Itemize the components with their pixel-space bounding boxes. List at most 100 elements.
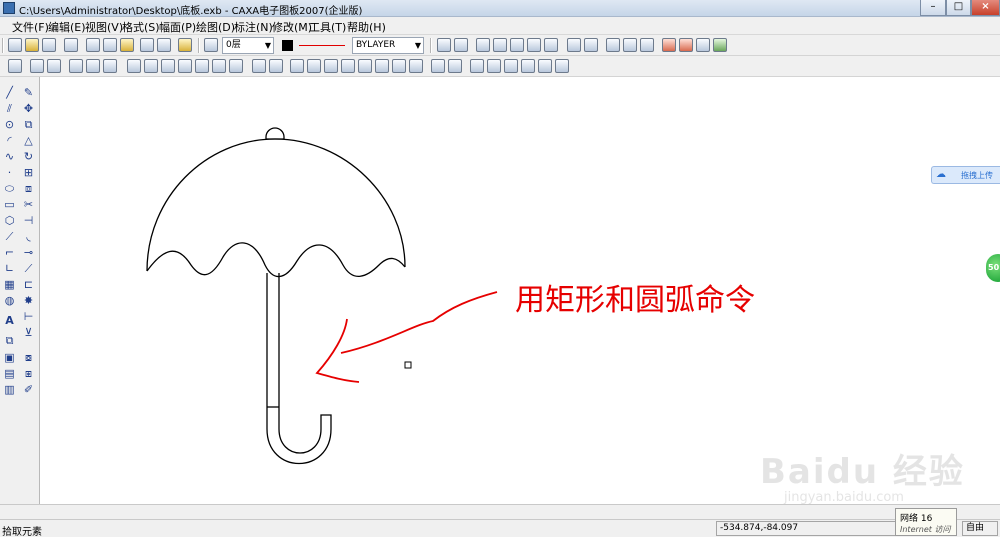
rotate-icon[interactable]: ↻ (22, 150, 35, 163)
open-file-icon[interactable] (25, 38, 39, 52)
menu-dimension[interactable]: 标注(N) (234, 19, 273, 35)
weld-icon[interactable] (392, 59, 406, 73)
crosshair-icon[interactable] (229, 59, 243, 73)
library-insert-icon[interactable]: ▤ (3, 367, 16, 380)
new-file-icon[interactable] (8, 38, 22, 52)
menu-edit[interactable]: 编辑(E) (48, 19, 86, 35)
stretch-icon[interactable]: ⊏ (22, 278, 35, 291)
datum-icon[interactable] (375, 59, 389, 73)
measure-icon[interactable] (487, 59, 501, 73)
zoom-extent-icon[interactable] (555, 59, 569, 73)
chamfer-icon[interactable]: ⟋ (22, 262, 35, 275)
parallel-line-icon[interactable]: ⫽ (3, 102, 16, 115)
zoom-in-icon[interactable] (521, 59, 535, 73)
layer-manager-icon[interactable] (623, 38, 637, 52)
mirror-icon[interactable]: △ (22, 134, 35, 147)
menu-draw[interactable]: 绘图(D) (196, 19, 235, 35)
menu-tools[interactable]: 工具(T) (309, 19, 346, 35)
menu-modify[interactable]: 修改(M) (272, 19, 312, 35)
scale-icon[interactable]: ⧈ (22, 182, 35, 195)
rectangle-icon[interactable]: ▭ (3, 198, 16, 211)
zoom-icon[interactable] (493, 38, 507, 52)
arc-tool-icon[interactable]: ◜ (3, 134, 16, 147)
menu-file[interactable]: 文件(F) (12, 19, 49, 35)
ellipse-icon[interactable]: ⬭ (3, 182, 16, 195)
trim-icon[interactable]: ✂ (22, 198, 35, 211)
layer-select[interactable]: 0层 ▼ (222, 37, 274, 54)
radius-dim-icon[interactable] (307, 59, 321, 73)
pan-icon[interactable] (544, 38, 558, 52)
linetype-select[interactable]: BYLAYER ▼ (352, 37, 424, 54)
text-icon[interactable] (86, 59, 100, 73)
drag-upload-tab[interactable]: ☁ 拖拽上传 (931, 166, 1000, 184)
image-insert-icon[interactable]: ▣ (3, 351, 16, 364)
eraser-icon[interactable]: ✎ (22, 86, 35, 99)
format-text-icon[interactable] (103, 59, 117, 73)
linear-dim-icon[interactable] (269, 59, 283, 73)
title-block-icon[interactable] (47, 59, 61, 73)
library-icon[interactable] (679, 38, 693, 52)
green-badge[interactable]: 50 (986, 254, 1000, 282)
pencil-icon[interactable] (470, 59, 484, 73)
ortho-icon[interactable] (454, 38, 468, 52)
polygon-icon[interactable]: ⬡ (3, 214, 16, 227)
redo-icon[interactable] (157, 38, 171, 52)
attribute-icon[interactable]: ⧆ (22, 367, 35, 380)
menu-view[interactable]: 视图(V) (85, 19, 123, 35)
offset-icon[interactable] (127, 59, 141, 73)
extend-icon[interactable]: ⊣ (22, 214, 35, 227)
distance-icon[interactable] (448, 59, 462, 73)
join-icon[interactable]: ⊻ (22, 326, 35, 339)
line-style-preview[interactable] (299, 45, 345, 46)
move-icon[interactable]: ✥ (22, 102, 35, 115)
dimension-icon[interactable] (252, 59, 266, 73)
frame-icon[interactable] (30, 59, 44, 73)
arc-icon[interactable] (178, 59, 192, 73)
ole-icon[interactable]: ▥ (3, 383, 16, 396)
text-tool-icon[interactable]: A (3, 314, 16, 327)
leader-icon[interactable] (409, 59, 423, 73)
wave-line-icon[interactable] (144, 59, 158, 73)
minimize-button[interactable]: – (920, 0, 946, 16)
menu-help[interactable]: 帮助(H) (347, 19, 386, 35)
undo-icon[interactable] (140, 38, 154, 52)
block-insert-icon[interactable]: ⧉ (3, 334, 16, 347)
toolbar-grip[interactable] (2, 38, 4, 53)
break-icon[interactable]: ⊸ (22, 246, 35, 259)
array-icon[interactable]: ⊞ (22, 166, 35, 179)
select-all-icon[interactable] (8, 59, 22, 73)
toolbar-grip[interactable] (430, 38, 432, 53)
settings-icon[interactable] (713, 38, 727, 52)
centerline-icon[interactable]: ⌐ (3, 246, 16, 259)
close-button[interactable]: × (971, 0, 1000, 16)
3d-view-icon[interactable] (584, 38, 598, 52)
zoom-out-icon[interactable] (538, 59, 552, 73)
snap-icon[interactable] (437, 38, 451, 52)
circle-icon[interactable]: ⊙ (3, 118, 16, 131)
block-edit-icon[interactable]: ⧇ (22, 351, 35, 364)
hatch-icon[interactable]: ▦ (3, 278, 16, 291)
equidistant-icon[interactable]: ∟ (3, 262, 16, 275)
fillet-icon[interactable]: ◟ (22, 230, 35, 243)
center-line-icon[interactable] (161, 59, 175, 73)
query-icon[interactable] (431, 59, 445, 73)
table-icon[interactable] (696, 38, 710, 52)
point-icon[interactable]: · (3, 166, 16, 179)
color-swatch[interactable] (282, 40, 293, 51)
diameter-dim-icon[interactable] (324, 59, 338, 73)
copy-tool-icon[interactable]: ⧉ (22, 118, 35, 131)
explode-icon[interactable]: ✸ (22, 294, 35, 307)
image-icon[interactable] (640, 38, 654, 52)
layer-icon[interactable] (204, 38, 218, 52)
view-icon[interactable] (567, 38, 581, 52)
copy-icon[interactable] (103, 38, 117, 52)
print-icon[interactable] (64, 38, 78, 52)
help-icon[interactable] (178, 38, 192, 52)
magnifier-icon[interactable] (504, 59, 518, 73)
tolerance-icon[interactable] (341, 59, 355, 73)
zoom-all-icon[interactable] (510, 38, 524, 52)
zoom-prev-icon[interactable] (527, 38, 541, 52)
save-icon[interactable] (42, 38, 56, 52)
circle-center-icon[interactable] (212, 59, 226, 73)
snap-mode-select[interactable]: 自由 (962, 521, 998, 536)
